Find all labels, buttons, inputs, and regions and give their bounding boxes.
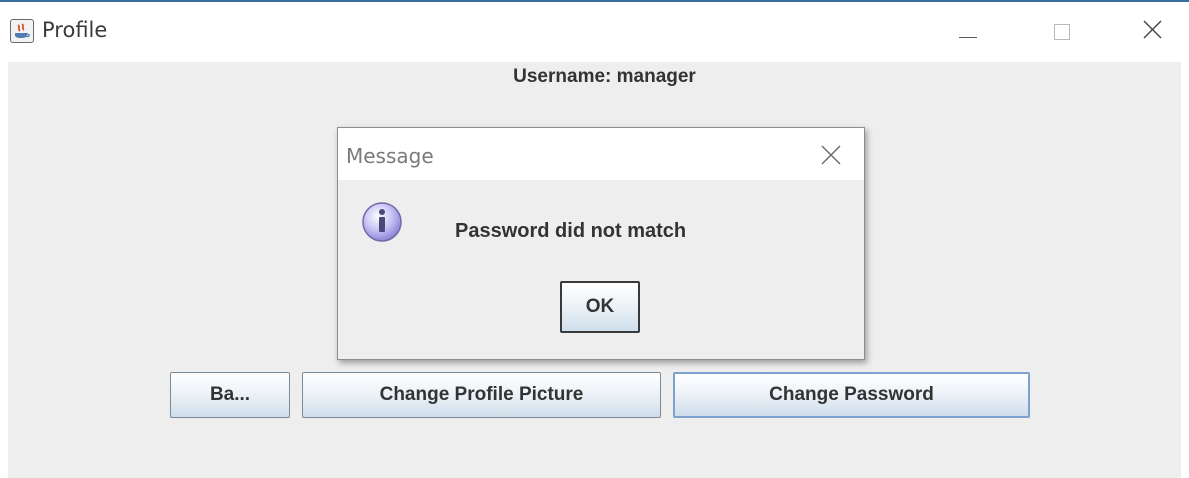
username-label: Username: manager [513, 66, 696, 87]
window-titlebar[interactable]: Profile [0, 2, 1189, 62]
change-password-button[interactable]: Change Password [673, 372, 1030, 418]
window-title: Profile [42, 18, 108, 42]
maximize-button[interactable] [1038, 12, 1084, 48]
close-icon [1143, 20, 1162, 39]
close-icon [821, 145, 841, 165]
dialog-message: Password did not match [455, 220, 687, 242]
minimize-button[interactable] [945, 12, 991, 48]
maximize-icon [1054, 24, 1070, 40]
minimize-icon [959, 37, 977, 38]
message-dialog: Message Password did not match OK [337, 127, 865, 360]
ok-button[interactable]: OK [560, 281, 640, 333]
dialog-title: Message [346, 144, 434, 168]
profile-window: Profile Username: manager Ba... Change P… [0, 0, 1189, 478]
dialog-close-button[interactable] [816, 140, 846, 170]
dialog-titlebar[interactable]: Message [338, 128, 864, 180]
info-icon [360, 200, 404, 244]
java-app-icon [10, 19, 34, 43]
close-button[interactable] [1130, 12, 1176, 48]
change-profile-picture-button[interactable]: Change Profile Picture [302, 372, 661, 418]
back-button[interactable]: Ba... [170, 372, 290, 418]
